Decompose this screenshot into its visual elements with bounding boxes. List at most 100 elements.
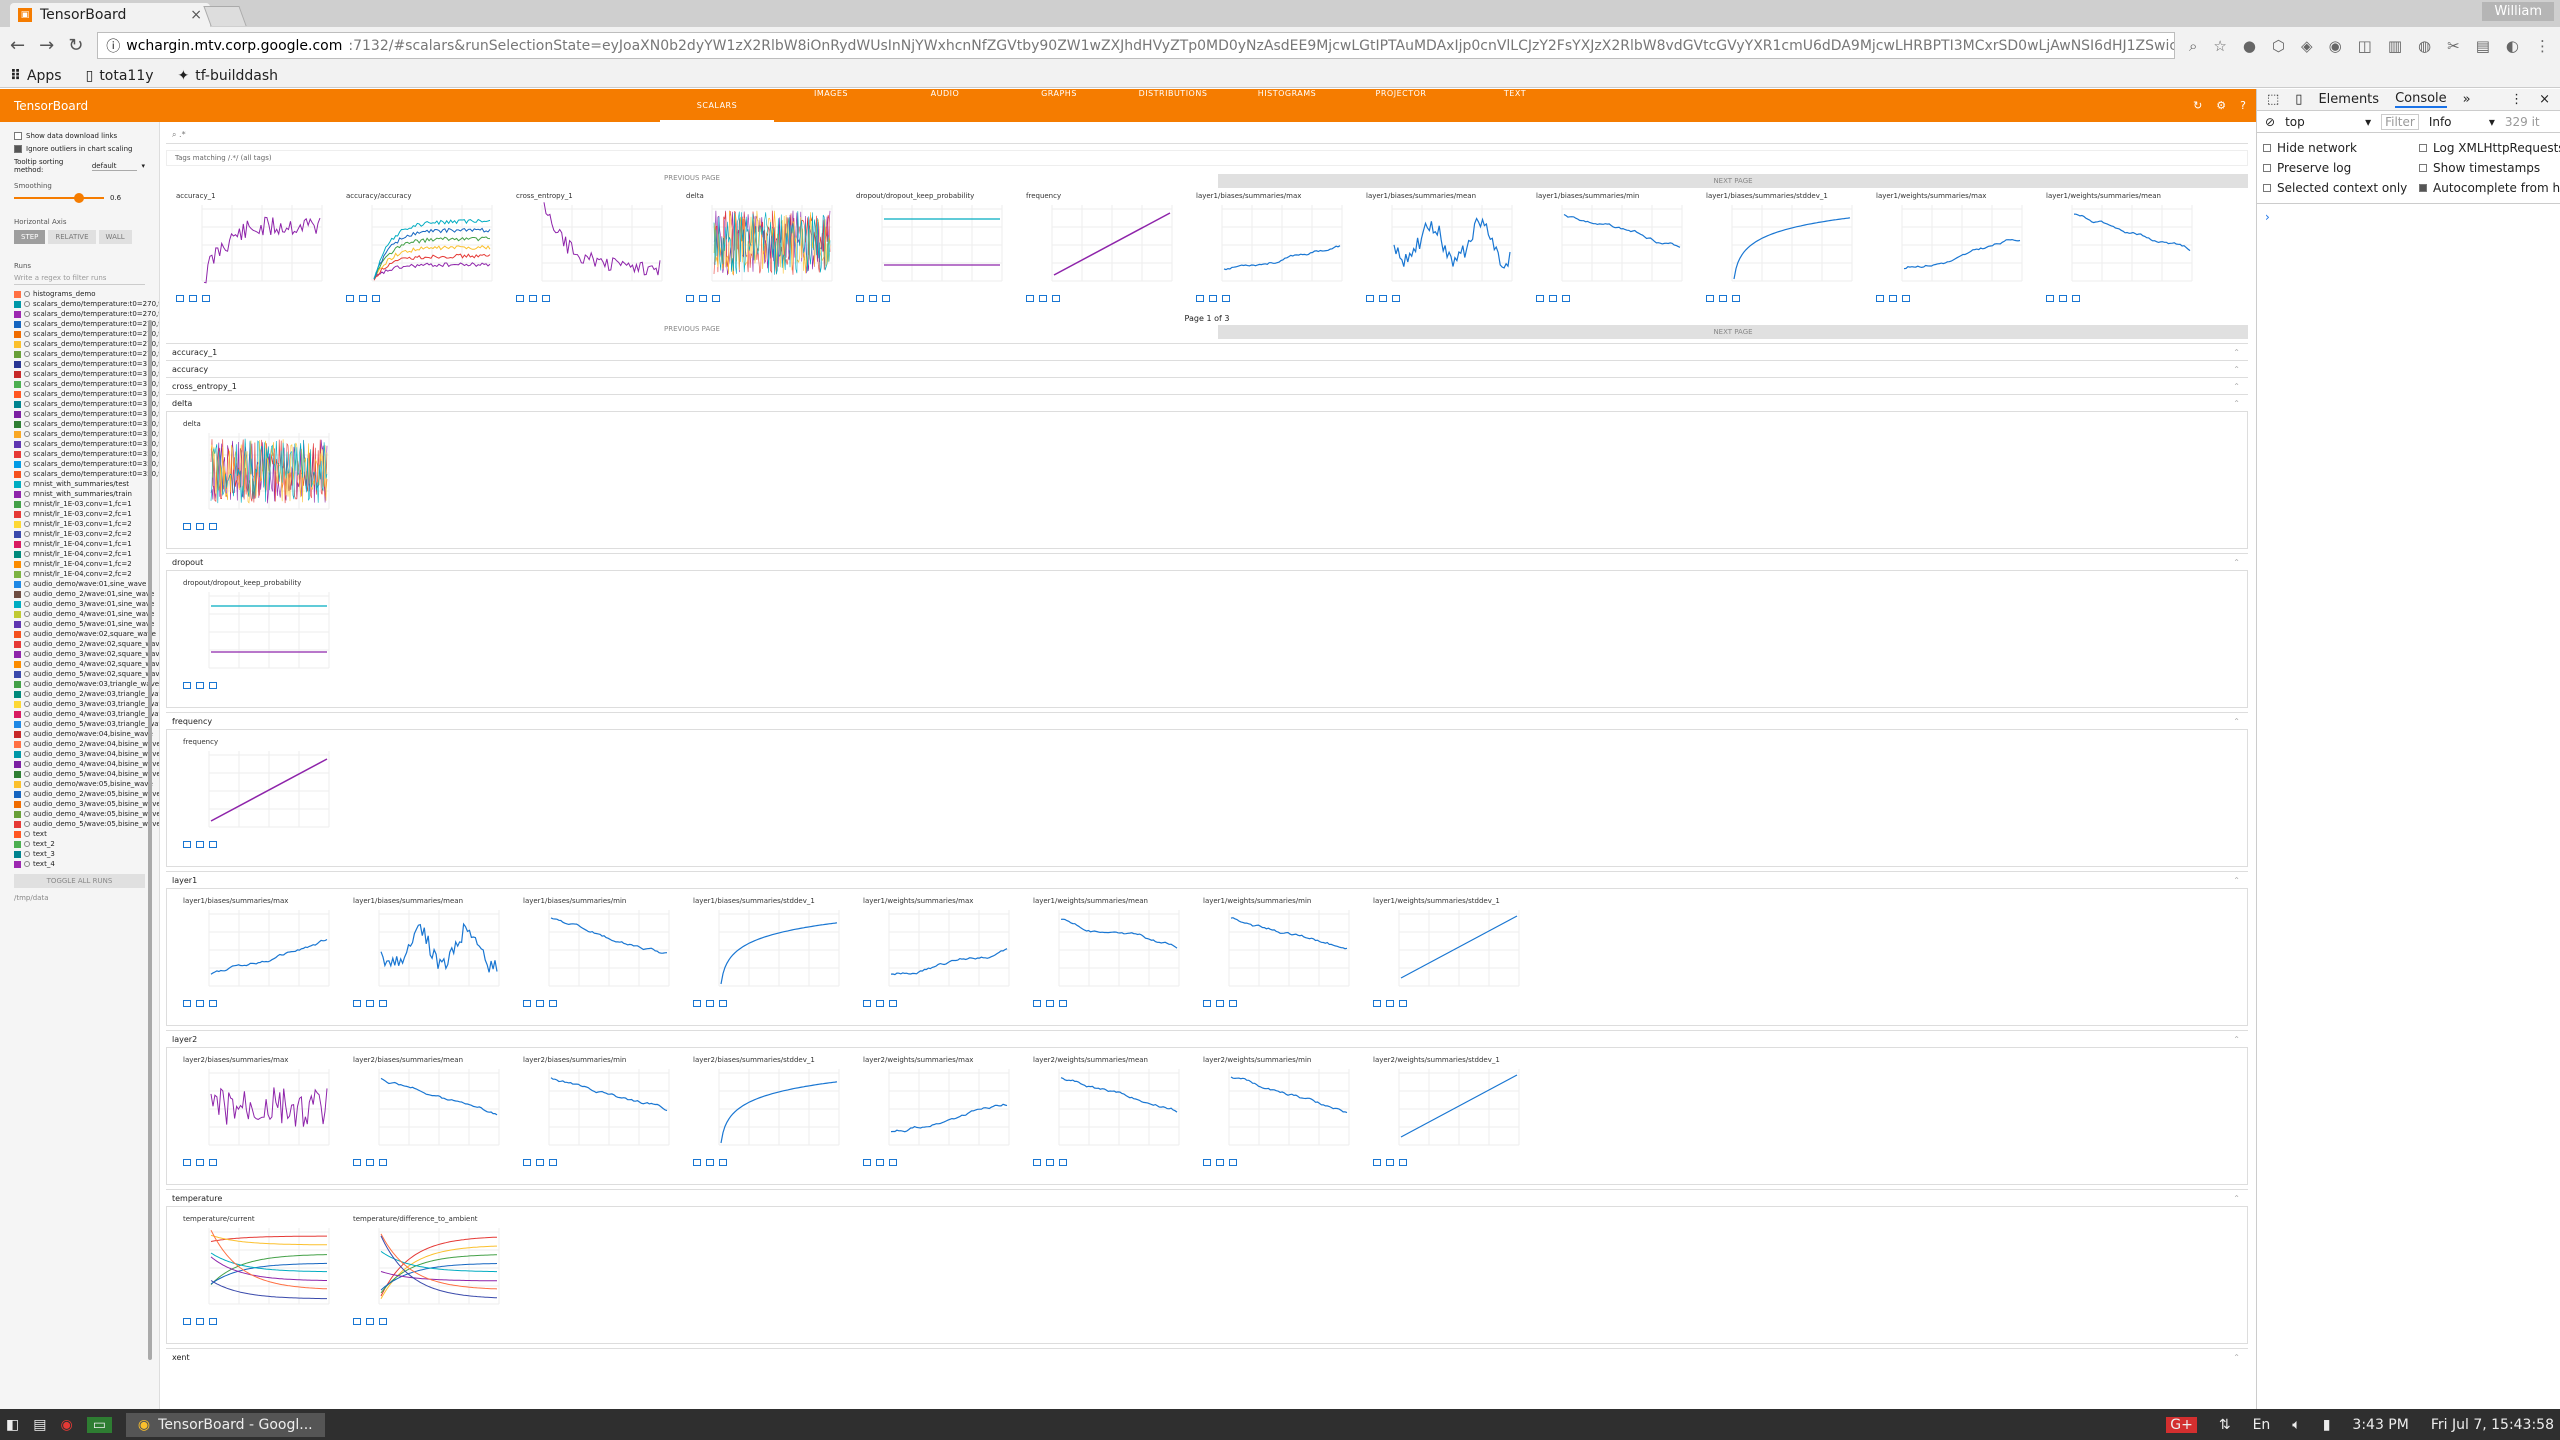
line-chart[interactable] — [183, 588, 333, 680]
log-scale-icon[interactable] — [869, 295, 877, 302]
run-item[interactable]: scalars_demo/temperature:t0=310,tA=270,k… — [14, 361, 159, 368]
run-checkbox[interactable] — [14, 321, 21, 328]
fullscreen-icon[interactable] — [1373, 1000, 1381, 1007]
run-checkbox[interactable] — [14, 601, 21, 608]
run-item[interactable]: audio_demo_2/wave:03,triangle_wave — [14, 691, 159, 698]
run-checkbox[interactable] — [14, 721, 21, 728]
run-checkbox[interactable] — [14, 771, 21, 778]
url-input[interactable]: ⓘ wchargin.mtv.corp.google.com:7132/#sca… — [97, 32, 2175, 59]
line-chart[interactable] — [693, 1065, 843, 1157]
log-scale-icon[interactable] — [1379, 295, 1387, 302]
tag-filter-input[interactable]: ⌕ .* — [166, 126, 2248, 144]
terminal-icon[interactable]: ▭ — [86, 1416, 112, 1433]
line-chart[interactable] — [1196, 201, 1346, 293]
selected-context-checkbox[interactable]: Selected context only — [2263, 181, 2413, 195]
run-item[interactable]: scalars_demo/temperature:t0=310,tA=350,k… — [14, 401, 159, 408]
fullscreen-icon[interactable] — [1203, 1000, 1211, 1007]
tab-audio[interactable]: AUDIO — [888, 89, 1002, 122]
fit-domain-icon[interactable] — [1902, 295, 1910, 302]
log-scale-icon[interactable] — [876, 1159, 884, 1166]
fit-domain-icon[interactable] — [882, 295, 890, 302]
log-scale-icon[interactable] — [1386, 1000, 1394, 1007]
reload-icon[interactable]: ↻ — [68, 35, 83, 56]
fullscreen-icon[interactable] — [2046, 295, 2054, 302]
run-item[interactable]: audio_demo_4/wave:01,sine_wave — [14, 611, 154, 618]
axis-step-button[interactable]: STEP — [14, 230, 46, 244]
line-chart[interactable] — [183, 429, 333, 521]
extension-icon[interactable]: ● — [2243, 37, 2256, 55]
log-scale-icon[interactable] — [1216, 1000, 1224, 1007]
fit-domain-icon[interactable] — [372, 295, 380, 302]
fit-domain-icon[interactable] — [379, 1000, 387, 1007]
line-chart[interactable] — [1536, 201, 1686, 293]
log-scale-icon[interactable] — [1046, 1000, 1054, 1007]
line-chart[interactable] — [856, 201, 1006, 293]
run-item[interactable]: audio_demo_3/wave:01,sine_wave — [14, 601, 154, 608]
fit-domain-icon[interactable] — [1052, 295, 1060, 302]
run-item[interactable]: audio_demo/wave:02,square_wave — [14, 631, 156, 638]
fullscreen-icon[interactable] — [1203, 1159, 1211, 1166]
fit-domain-icon[interactable] — [209, 682, 217, 689]
line-chart[interactable] — [1033, 1065, 1183, 1157]
run-checkbox[interactable] — [14, 541, 21, 548]
run-item[interactable]: audio_demo_5/wave:05,bisine_wave — [14, 821, 159, 828]
log-scale-icon[interactable] — [536, 1000, 544, 1007]
checkbox-box[interactable] — [2419, 184, 2427, 192]
run-item[interactable]: audio_demo_5/wave:02,square_wave — [14, 671, 159, 678]
extension-icon[interactable]: ⬡ — [2272, 37, 2285, 55]
line-chart[interactable] — [1373, 906, 1523, 998]
axis-relative-button[interactable]: RELATIVE — [48, 230, 96, 244]
tab-distributions[interactable]: DISTRIBUTIONS — [1116, 89, 1230, 122]
run-item[interactable]: mnist/lr_1E-04,conv=2,fc=2 — [14, 571, 145, 578]
run-checkbox[interactable] — [14, 781, 21, 788]
slider-track[interactable] — [14, 193, 104, 203]
log-scale-icon[interactable] — [1209, 295, 1217, 302]
fit-domain-icon[interactable] — [202, 295, 210, 302]
run-checkbox[interactable] — [14, 761, 21, 768]
checkbox-box[interactable] — [2263, 164, 2271, 172]
log-scale-icon[interactable] — [2059, 295, 2067, 302]
run-item[interactable]: scalars_demo/temperature:t0=350,tA=310,k… — [14, 441, 159, 448]
run-checkbox[interactable] — [14, 661, 21, 668]
taskbar-window-tensorboard[interactable]: ◉ TensorBoard - Googl... — [125, 1412, 325, 1437]
run-item[interactable]: audio_demo_5/wave:01,sine_wave — [14, 621, 154, 628]
devtools-tab-elements[interactable]: Elements — [2318, 92, 2379, 107]
fullscreen-icon[interactable] — [1876, 295, 1884, 302]
fullscreen-icon[interactable] — [1536, 295, 1544, 302]
run-checkbox[interactable] — [14, 341, 21, 348]
run-checkbox[interactable] — [14, 631, 21, 638]
next-page-button[interactable]: NEXT PAGE — [1218, 325, 2248, 339]
google-plus-icon[interactable]: G+ — [2166, 1416, 2197, 1433]
fit-domain-icon[interactable] — [379, 1318, 387, 1325]
fullscreen-icon[interactable] — [1033, 1000, 1041, 1007]
fullscreen-icon[interactable] — [353, 1000, 361, 1007]
run-checkbox[interactable] — [14, 741, 21, 748]
fit-domain-icon[interactable] — [1059, 1159, 1067, 1166]
category-temperature[interactable]: temperature — [166, 1189, 2248, 1206]
run-checkbox[interactable] — [14, 371, 21, 378]
run-checkbox[interactable] — [14, 491, 21, 498]
category-dropout[interactable]: dropout — [166, 553, 2248, 570]
fullscreen-icon[interactable] — [183, 1159, 191, 1166]
run-checkbox[interactable] — [14, 691, 21, 698]
extension-icon[interactable]: ◫ — [2358, 37, 2372, 55]
fit-domain-icon[interactable] — [549, 1159, 557, 1166]
previous-page-button[interactable]: PREVIOUS PAGE — [166, 325, 1218, 339]
checkbox-box[interactable] — [14, 132, 22, 140]
run-item[interactable]: audio_demo/wave:04,bisine_wave — [14, 731, 153, 738]
line-chart[interactable] — [1203, 906, 1353, 998]
line-chart[interactable] — [1033, 906, 1183, 998]
run-item[interactable]: mnist/lr_1E-03,conv=1,fc=1 — [14, 501, 145, 508]
fit-domain-icon[interactable] — [1059, 1000, 1067, 1007]
fullscreen-icon[interactable] — [523, 1000, 531, 1007]
run-checkbox[interactable] — [14, 291, 21, 298]
run-item[interactable]: mnist/lr_1E-03,conv=2,fc=2 — [14, 531, 145, 538]
line-chart[interactable] — [353, 1065, 503, 1157]
new-tab-button[interactable] — [203, 6, 247, 26]
line-chart[interactable] — [1876, 201, 2026, 293]
checkbox-box[interactable] — [2419, 164, 2427, 172]
run-checkbox[interactable] — [14, 531, 21, 538]
run-item[interactable]: mnist_with_summaries/test — [14, 481, 145, 488]
run-item[interactable]: audio_demo/wave:05,bisine_wave — [14, 781, 153, 788]
clock[interactable]: 3:43 PM — [2352, 1417, 2408, 1433]
